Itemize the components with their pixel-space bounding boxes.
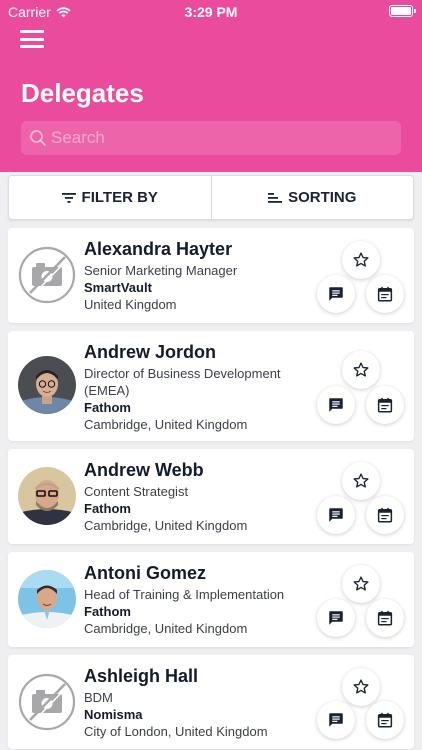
hamburger-menu-icon[interactable] — [20, 30, 44, 48]
clock: 3:29 PM — [184, 4, 238, 20]
delegate-info: Andrew Webb Content Strategist Fathom Cambr… — [84, 459, 314, 534]
chat-icon — [329, 398, 343, 412]
delegate-info: Ashleigh Hall BDM Nomisma City of London, U… — [84, 665, 314, 740]
calendar-icon — [377, 610, 393, 626]
filter-label: FILTER BY — [81, 189, 158, 206]
favorite-button[interactable] — [342, 351, 380, 389]
message-button[interactable] — [317, 386, 355, 424]
favorite-button[interactable] — [342, 462, 380, 500]
message-button[interactable] — [317, 275, 355, 313]
star-icon — [353, 473, 369, 488]
chat-icon — [329, 611, 343, 625]
filter-sort-toolbar: FILTER BY SORTING — [8, 175, 414, 220]
star-icon — [353, 252, 369, 267]
delegate-location: Cambridge, United Kingdom — [84, 621, 248, 636]
favorite-button[interactable] — [342, 565, 380, 603]
sort-icon — [268, 192, 283, 203]
chat-icon — [329, 713, 343, 727]
delegate-name[interactable]: Andrew Jordon — [84, 341, 314, 363]
delegate-title: Senior Marketing Manager — [84, 263, 238, 278]
delegate-location: Cambridge, United Kingdom — [84, 518, 248, 533]
no-photo-icon — [18, 673, 76, 731]
delegate-card[interactable]: Andrew Jordon Director of Business Develo… — [8, 331, 414, 441]
delegate-info: Andrew Jordon Director of Business Develo… — [84, 341, 314, 433]
schedule-meeting-button[interactable] — [366, 386, 404, 424]
filter-icon — [61, 192, 76, 203]
delegate-company: Fathom — [84, 501, 131, 516]
search-icon — [30, 130, 46, 146]
schedule-meeting-button[interactable] — [366, 275, 404, 313]
search-input[interactable] — [51, 121, 391, 155]
delegate-company: Fathom — [84, 604, 131, 619]
delegate-title: Content Strategist — [84, 484, 189, 499]
favorite-button[interactable] — [342, 668, 380, 706]
chat-icon — [329, 508, 343, 522]
delegate-info: Alexandra Hayter Senior Marketing Manager… — [84, 238, 314, 313]
delegate-name[interactable]: Alexandra Hayter — [84, 238, 314, 260]
sorting-button[interactable]: SORTING — [210, 176, 414, 219]
delegate-card[interactable]: Antoni Gomez Head of Training & Implement… — [8, 552, 414, 647]
favorite-button[interactable] — [342, 241, 380, 279]
schedule-meeting-button[interactable] — [366, 701, 404, 739]
avatar — [18, 467, 76, 525]
delegate-list: Alexandra Hayter Senior Marketing Manager… — [8, 228, 414, 750]
message-button[interactable] — [317, 599, 355, 637]
app-header: Carrier 3:29 PM Delegates — [0, 0, 422, 172]
delegate-name[interactable]: Ashleigh Hall — [84, 665, 314, 687]
star-icon — [353, 679, 369, 694]
battery-icon — [389, 5, 416, 17]
message-button[interactable] — [317, 496, 355, 534]
delegate-card[interactable]: Alexandra Hayter Senior Marketing Manager… — [8, 228, 414, 323]
delegate-title: Head of Training & Implementation — [84, 587, 285, 602]
delegate-card[interactable]: Andrew Webb Content Strategist Fathom Cambr… — [8, 449, 414, 544]
avatar — [18, 570, 76, 628]
search-bar[interactable] — [21, 121, 401, 155]
calendar-icon — [377, 397, 393, 413]
delegate-company: Fathom — [84, 400, 131, 415]
filter-button[interactable]: FILTER BY — [9, 176, 211, 219]
calendar-icon — [377, 286, 393, 302]
delegate-name[interactable]: Antoni Gomez — [84, 562, 314, 584]
message-button[interactable] — [317, 701, 355, 739]
schedule-meeting-button[interactable] — [366, 496, 404, 534]
avatar — [18, 356, 76, 414]
delegate-title: BDM — [84, 690, 113, 705]
page-title: Delegates — [21, 78, 144, 108]
delegate-title: Director of Business Development (EMEA) — [84, 366, 281, 398]
delegate-location: Cambridge, United Kingdom — [84, 417, 248, 432]
delegate-company: SmartVault — [84, 280, 152, 295]
delegate-card[interactable]: Ashleigh Hall BDM Nomisma City of London, U… — [8, 655, 414, 749]
delegate-info: Antoni Gomez Head of Training & Implement… — [84, 562, 314, 637]
chat-icon — [329, 287, 343, 301]
schedule-meeting-button[interactable] — [366, 599, 404, 637]
delegate-location: City of London, United Kingdom — [84, 724, 268, 739]
no-photo-icon — [18, 246, 76, 304]
delegate-location: United Kingdom — [84, 297, 177, 312]
delegate-name[interactable]: Andrew Webb — [84, 459, 314, 481]
sorting-label: SORTING — [288, 189, 357, 206]
status-bar: Carrier 3:29 PM — [0, 0, 422, 24]
calendar-icon — [377, 712, 393, 728]
delegate-company: Nomisma — [84, 707, 143, 722]
star-icon — [353, 362, 369, 377]
calendar-icon — [377, 507, 393, 523]
star-icon — [353, 576, 369, 591]
